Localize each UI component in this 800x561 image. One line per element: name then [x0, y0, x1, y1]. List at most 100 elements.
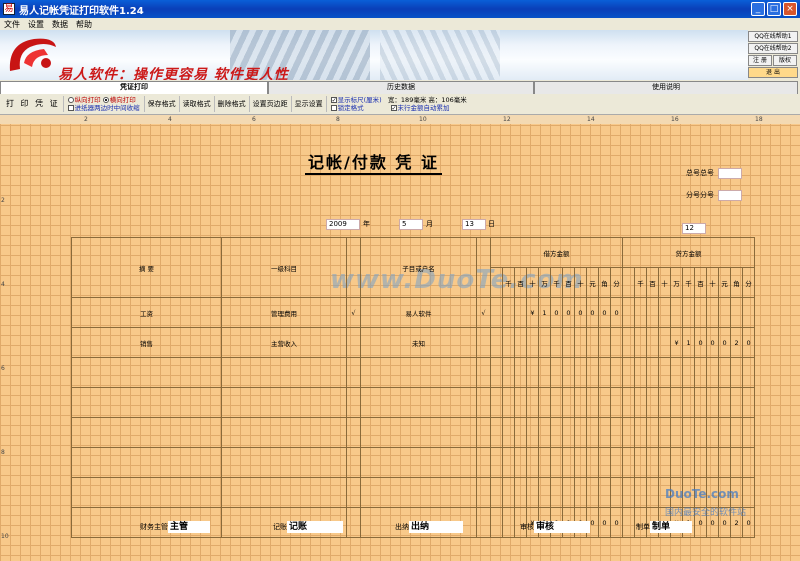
summary-cell[interactable]: 销售 — [71, 327, 222, 358]
empty-cell[interactable] — [574, 477, 587, 508]
empty-cell[interactable] — [658, 387, 672, 418]
credit-digit-cell[interactable] — [646, 297, 660, 328]
debit-digit-cell[interactable] — [526, 327, 539, 358]
empty-cell[interactable] — [514, 357, 527, 388]
maximize-button[interactable]: □ — [767, 2, 781, 16]
day-field[interactable]: 13 — [462, 219, 486, 230]
empty-cell[interactable] — [646, 357, 660, 388]
check-cell[interactable] — [476, 327, 491, 358]
month-field[interactable]: 5 — [399, 219, 423, 230]
credit-digit-cell[interactable]: 0 — [694, 327, 708, 358]
credit-digit-cell[interactable] — [622, 297, 636, 328]
empty-cell[interactable] — [526, 387, 539, 418]
check-cell[interactable] — [346, 327, 361, 358]
empty-cell[interactable] — [609, 417, 624, 448]
debit-digit-cell[interactable] — [490, 327, 503, 358]
empty-cell[interactable] — [718, 357, 732, 388]
empty-cell[interactable] — [538, 357, 551, 388]
credit-digit-cell[interactable]: 0 — [718, 327, 732, 358]
empty-cell[interactable] — [490, 387, 503, 418]
empty-cell[interactable] — [550, 417, 563, 448]
empty-cell[interactable] — [360, 477, 477, 508]
credit-digit-cell[interactable] — [730, 297, 744, 328]
empty-cell[interactable] — [526, 447, 539, 478]
empty-cell[interactable] — [706, 357, 720, 388]
check-cell[interactable]: √ — [346, 297, 361, 328]
table-row[interactable]: 工资 管理费用 √ 易人软件 √ ¥1 0 0 0 0 0 0 — [71, 297, 767, 328]
empty-cell[interactable] — [609, 357, 624, 388]
empty-cell[interactable] — [221, 387, 347, 418]
empty-cell[interactable] — [682, 417, 696, 448]
empty-cell[interactable] — [574, 387, 587, 418]
empty-cell[interactable] — [718, 417, 732, 448]
menu-help[interactable]: 帮助 — [76, 19, 92, 30]
empty-cell[interactable] — [490, 477, 503, 508]
credit-digit-cell[interactable] — [634, 297, 648, 328]
debit-digit-cell[interactable]: 0 — [562, 297, 575, 328]
print-voucher-button[interactable]: 打 印 凭 证 — [3, 96, 64, 112]
empty-cell[interactable] — [694, 417, 708, 448]
page-margin-button[interactable]: 设置页边距 — [250, 96, 292, 112]
empty-cell[interactable] — [346, 357, 361, 388]
empty-cell[interactable] — [502, 357, 515, 388]
empty-cell[interactable] — [598, 447, 611, 478]
debit-digit-cell[interactable] — [538, 327, 551, 358]
credit-digit-cell[interactable]: ¥ — [670, 327, 684, 358]
empty-cell[interactable] — [670, 387, 684, 418]
empty-cell[interactable] — [586, 387, 599, 418]
empty-cell[interactable] — [550, 357, 563, 388]
empty-cell[interactable] — [514, 477, 527, 508]
empty-cell[interactable] — [476, 447, 491, 478]
signature-field[interactable]: 制单 — [650, 521, 692, 533]
empty-cell[interactable] — [490, 447, 503, 478]
voucher-canvas[interactable]: 2 4 6 8 10 12 14 16 18 2 4 6 8 10 www.Du… — [0, 115, 800, 561]
empty-cell[interactable] — [718, 387, 732, 418]
menu-file[interactable]: 文件 — [4, 19, 20, 30]
edge-shrink-checkbox[interactable] — [67, 105, 74, 111]
empty-cell[interactable] — [634, 387, 648, 418]
qq-help-1-button[interactable]: QQ在线帮助1 — [748, 31, 798, 42]
read-format-button[interactable]: 读取格式 — [180, 96, 215, 112]
empty-cell[interactable] — [742, 447, 756, 478]
delete-format-button[interactable]: 删除格式 — [215, 96, 250, 112]
empty-cell[interactable] — [742, 417, 756, 448]
empty-cell[interactable] — [562, 387, 575, 418]
credit-digit-cell[interactable] — [718, 297, 732, 328]
debit-digit-cell[interactable] — [574, 327, 587, 358]
table-row[interactable] — [71, 387, 767, 418]
menu-data[interactable]: 数据 — [52, 19, 68, 30]
empty-cell[interactable] — [742, 477, 756, 508]
empty-cell[interactable] — [526, 477, 539, 508]
signature-field[interactable]: 主管 — [168, 521, 210, 533]
empty-cell[interactable] — [682, 387, 696, 418]
empty-cell[interactable] — [634, 447, 648, 478]
credit-digit-cell[interactable] — [658, 297, 672, 328]
debit-digit-cell[interactable] — [502, 297, 515, 328]
debit-digit-cell[interactable]: 1 — [538, 297, 551, 328]
debit-digit-cell[interactable] — [562, 327, 575, 358]
empty-cell[interactable] — [742, 357, 756, 388]
empty-cell[interactable] — [221, 477, 347, 508]
empty-cell[interactable] — [574, 417, 587, 448]
tab-voucher-print[interactable]: 凭证打印 — [0, 81, 268, 94]
empty-cell[interactable] — [476, 417, 491, 448]
empty-cell[interactable] — [574, 357, 587, 388]
credit-digit-cell[interactable]: 1 — [682, 327, 696, 358]
empty-cell[interactable] — [71, 447, 222, 478]
empty-cell[interactable] — [538, 477, 551, 508]
debit-digit-cell[interactable] — [502, 327, 515, 358]
empty-cell[interactable] — [694, 447, 708, 478]
credit-digit-cell[interactable] — [634, 327, 648, 358]
empty-cell[interactable] — [706, 387, 720, 418]
empty-cell[interactable] — [502, 447, 515, 478]
empty-cell[interactable] — [71, 417, 222, 448]
empty-cell[interactable] — [646, 417, 660, 448]
empty-cell[interactable] — [490, 357, 503, 388]
debit-digit-cell[interactable] — [514, 327, 527, 358]
empty-cell[interactable] — [730, 447, 744, 478]
debit-digit-cell[interactable]: ¥ — [526, 297, 539, 328]
account-cell[interactable]: 主营收入 — [221, 327, 347, 358]
empty-cell[interactable] — [550, 447, 563, 478]
show-ruler-checkbox[interactable]: ✓ — [330, 97, 337, 104]
summary-cell[interactable]: 工资 — [71, 297, 222, 328]
